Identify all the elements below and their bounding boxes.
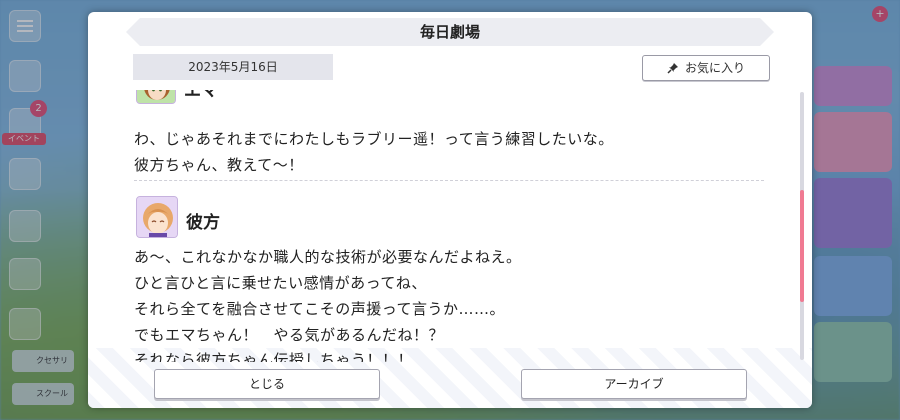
speaker-name-kanata: 彼方	[186, 213, 220, 233]
scrollbar-thumb[interactable]	[800, 190, 804, 302]
pin-icon	[667, 61, 678, 74]
dialog-line: わ、じゃあそれまでにわたしもラブリー遥！って言う練習したいな。	[134, 130, 614, 148]
close-button[interactable]: とじる	[154, 369, 380, 399]
dialog-line: ひと言ひと言に乗せたい感情があってね、	[134, 274, 427, 292]
speaker-avatar-kanata	[136, 196, 178, 238]
dialog-line: でもエマちゃん！ やる気があるんだね！？	[134, 326, 445, 344]
dialog-line: 彼方ちゃん、教えて〜！	[134, 156, 304, 174]
favorite-button[interactable]: お気に入り	[642, 55, 770, 81]
speaker-avatar-emma	[136, 90, 176, 104]
entry-divider	[134, 180, 764, 181]
date-label: 2023年5月16日	[133, 54, 333, 80]
archive-button[interactable]: アーカイブ	[521, 369, 747, 399]
favorite-label: お気に入り	[684, 61, 745, 75]
speaker-name-emma: エマ	[184, 90, 218, 101]
dialog-line: それら全てを融合させてこその声援って言うか……。	[134, 300, 505, 318]
dialog-title: 毎日劇場	[419, 23, 480, 41]
dialog-line: それなら彼方ちゃん伝授しちゃう！！！	[134, 351, 414, 362]
daily-theater-dialog: 毎日劇場 2023年5月16日 お気に入り エマ わ、じゃあそれまでにわたしもラ…	[88, 12, 812, 408]
title-bar: 毎日劇場	[126, 18, 774, 46]
conversation-scroll-area[interactable]: エマ わ、じゃあそれまでにわたしもラブリー遥！って言う練習したいな。 彼方ちゃん…	[126, 90, 766, 362]
dialog-line: あ〜、これなかなか職人的な技術が必要なんだよねえ。	[134, 248, 522, 266]
